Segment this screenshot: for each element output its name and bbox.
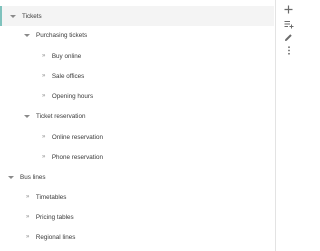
- double-chevron-icon: »: [42, 154, 45, 160]
- plus-icon: [284, 5, 293, 14]
- tree-item-label: Regional lines: [35, 233, 76, 241]
- tree-item-label: Pricing tables: [35, 213, 74, 221]
- tree-item-tickets[interactable]: Tickets: [0, 6, 274, 26]
- tree-item-buy-online[interactable]: » Buy online: [42, 46, 81, 66]
- tree-item-bus-lines[interactable]: Bus lines: [8, 167, 46, 187]
- tree-item-label: Sale offices: [51, 72, 85, 80]
- tree-item-online-reservation[interactable]: » Online reservation: [42, 127, 103, 147]
- edit-button[interactable]: [282, 31, 295, 44]
- double-chevron-icon: »: [42, 93, 45, 99]
- double-chevron-icon: »: [26, 234, 29, 240]
- tree-item-ticket-reservation[interactable]: Ticket reservation: [24, 106, 85, 126]
- add-subitem-icon: [284, 21, 293, 29]
- tree-item-label: Opening hours: [51, 92, 94, 100]
- tree-item-sale-offices[interactable]: » Sale offices: [42, 66, 84, 86]
- more-options-button[interactable]: [282, 44, 295, 57]
- more-vertical-icon: [287, 46, 290, 55]
- double-chevron-icon: »: [42, 53, 45, 59]
- add-item-button[interactable]: [282, 3, 295, 16]
- tree-view: Tickets Purchasing tickets » Buy online …: [0, 0, 274, 251]
- pencil-icon: [285, 34, 292, 41]
- tree-item-opening-hours[interactable]: » Opening hours: [42, 86, 93, 106]
- tree-item-label: Purchasing tickets: [36, 31, 88, 39]
- side-toolbar: [275, 0, 301, 251]
- double-chevron-icon: »: [26, 214, 29, 220]
- double-chevron-icon: »: [42, 73, 45, 79]
- tree-item-phone-reservation[interactable]: » Phone reservation: [42, 147, 103, 167]
- tree-item-purchasing-tickets[interactable]: Purchasing tickets: [24, 25, 87, 45]
- double-chevron-icon: »: [26, 194, 29, 200]
- tree-item-label: Timetables: [35, 193, 67, 201]
- tree-item-label: Bus lines: [20, 173, 46, 181]
- tree-item-label: Ticket reservation: [36, 112, 86, 120]
- tree-item-pricing-tables[interactable]: » Pricing tables: [26, 207, 74, 227]
- tree-item-label: Buy online: [51, 52, 82, 60]
- tree-item-label: Online reservation: [51, 133, 103, 141]
- tree-item-label: Phone reservation: [51, 153, 103, 161]
- chevron-down-icon[interactable]: [24, 114, 30, 118]
- chevron-down-icon[interactable]: [8, 175, 14, 179]
- tree-item-regional-lines[interactable]: » Regional lines: [26, 227, 75, 247]
- chevron-down-icon[interactable]: [24, 33, 30, 37]
- tree-item-label: Tickets: [22, 12, 42, 20]
- double-chevron-icon: »: [42, 134, 45, 140]
- add-subitem-button[interactable]: [282, 18, 295, 31]
- tree-item-timetables[interactable]: » Timetables: [26, 187, 66, 207]
- chevron-down-icon[interactable]: [10, 14, 16, 18]
